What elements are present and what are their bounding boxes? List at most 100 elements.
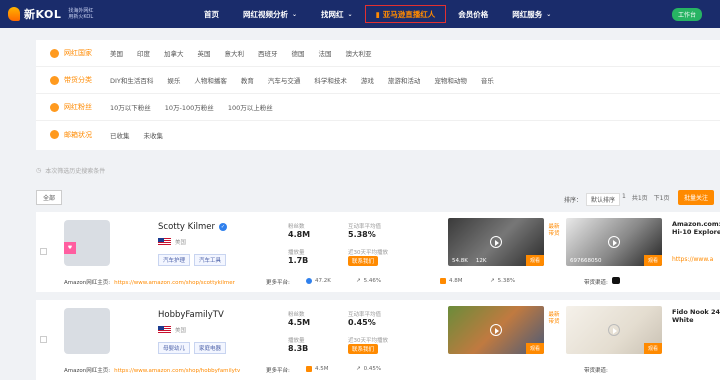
filter-option[interactable]: 宠物和动物 — [434, 75, 467, 85]
platform-stat[interactable]: 47.2K — [306, 278, 331, 284]
stat-value: 4.5M — [288, 318, 311, 327]
influencer-name[interactable]: Scotty Kilmer ✓ — [158, 222, 227, 232]
filter-category: 带货分类 — [50, 75, 110, 85]
filter-option[interactable]: DIY和生活百科 — [110, 75, 153, 85]
category-tag[interactable]: 家庭电器 — [194, 342, 227, 354]
nav-membership[interactable]: 会员价格 — [446, 0, 500, 28]
influencer-card: HobbyFamilyTV 美国 母婴幼儿 家庭电器 粉丝数 4.5M 播放量 … — [36, 300, 720, 380]
contact-button[interactable]: 联系我们 — [348, 256, 379, 266]
stat-value: 1.7B — [288, 256, 309, 265]
watch-button[interactable]: 观看 — [525, 343, 544, 354]
filter-option[interactable]: 人物和播客 — [194, 75, 227, 85]
filter-option[interactable]: 科学和技术 — [314, 75, 347, 85]
logo[interactable]: 新KOL 找海外网红 用新火KOL — [0, 0, 110, 28]
filter-option[interactable]: 100万以上粉丝 — [228, 102, 273, 112]
filter-option[interactable]: 美国 — [110, 48, 123, 58]
stat-label: 互动率平均值 — [348, 224, 382, 230]
video-thumbnail[interactable]: 观看 — [448, 306, 544, 354]
filter-option[interactable]: 音乐 — [481, 75, 494, 85]
workbench-button[interactable]: 工作台 — [671, 8, 702, 21]
stat-value: 0.45% — [348, 318, 376, 327]
watch-button[interactable]: 观看 — [525, 255, 544, 266]
watch-button[interactable]: 观看 — [643, 255, 662, 266]
select-all-button[interactable]: 全部 — [36, 190, 63, 205]
more-platforms-label: 更多平台: — [266, 280, 290, 286]
logo-subtitle: 找海外网红 用新火KOL — [68, 8, 94, 20]
nav-services[interactable]: 网红服务 ⌄ — [500, 0, 563, 28]
sort-select[interactable]: 默认排序 — [586, 193, 621, 206]
page-number[interactable]: 1 — [622, 193, 626, 202]
platform-stat[interactable]: 4.8M — [440, 278, 463, 284]
category-tag[interactable]: 汽车护理 — [158, 254, 191, 266]
product-title[interactable]: Amazon.com: Hi-10 Explore — [672, 220, 720, 236]
filter-option[interactable]: 游戏 — [361, 75, 374, 85]
country-label: 美国 — [175, 240, 187, 246]
next-page[interactable]: 下1页 — [654, 193, 670, 202]
us-flag-icon — [158, 326, 171, 334]
filter-category: 邮箱状况 — [50, 130, 110, 140]
filter-option[interactable]: 澳大利亚 — [346, 48, 372, 58]
influencer-card: ♥ Scotty Kilmer ✓ 美国 汽车护理 汽车工具 粉丝数 4.8M 播… — [36, 212, 720, 292]
watch-button[interactable]: 观看 — [643, 343, 662, 354]
nav-video-analysis[interactable]: 网红视频分析 ⌄ — [231, 0, 309, 28]
filter-option[interactable]: 汽车与交通 — [268, 75, 301, 85]
amazon-icon[interactable] — [612, 277, 620, 284]
pagination: 1 共1页 下1页 — [622, 193, 669, 202]
filter-option[interactable]: 意大利 — [225, 48, 245, 58]
amazon-homepage: Amazon网红主页: https://www.amazon.com/shop/s… — [64, 280, 235, 286]
platform-stat: ↗ 0.45% — [356, 366, 382, 372]
row-checkbox[interactable] — [40, 336, 47, 343]
filter-option[interactable]: 10万-100万粉丝 — [165, 102, 214, 112]
category-tag[interactable]: 汽车工具 — [194, 254, 227, 266]
filter-option[interactable]: 加拿大 — [164, 48, 184, 58]
nav-find-influencer[interactable]: 找网红 ⌄ — [309, 0, 365, 28]
sales-channel-label: 带货渠道: — [584, 280, 608, 286]
play-icon — [490, 236, 502, 248]
filter-option[interactable]: 英国 — [198, 48, 211, 58]
filter-option[interactable]: 10万以下粉丝 — [110, 102, 151, 112]
filter-option[interactable]: 旅游和活动 — [388, 75, 421, 85]
avatar[interactable] — [64, 308, 110, 354]
nav-home[interactable]: 首页 — [192, 0, 231, 28]
youtube-icon — [306, 366, 312, 372]
contact-button[interactable]: 联系我们 — [348, 344, 379, 354]
latest-products-label: 最新带货 — [548, 312, 560, 325]
filter-option[interactable]: 未收集 — [144, 130, 164, 140]
youtube-icon — [440, 278, 446, 284]
sales-channel-label: 带货渠道: — [584, 368, 608, 374]
product-title[interactable]: Fido Nook 24 White — [672, 308, 720, 324]
arrow-icon: ↗ — [490, 278, 495, 284]
amazon-url[interactable]: https://www.amazon.com/shop/hobbyfamilyt… — [114, 368, 240, 374]
category-tag[interactable]: 母婴幼儿 — [158, 342, 191, 354]
stat-value: 4.8M — [288, 230, 311, 239]
nav-amazon-live[interactable]: ▮ 亚马逊直播红人 — [364, 5, 447, 23]
saved-conditions[interactable]: ◷ 本次筛选历史搜索条件 — [36, 166, 105, 175]
influencer-name[interactable]: HobbyFamilyTV — [158, 310, 224, 320]
filter-option[interactable]: 西班牙 — [258, 48, 278, 58]
filter-option[interactable]: 德国 — [292, 48, 305, 58]
main-nav: 首页 网红视频分析 ⌄ 找网红 ⌄ ▮ 亚马逊直播红人 会员价格 网红服务 ⌄ — [192, 0, 563, 28]
chevron-down-icon: ⌄ — [546, 10, 552, 18]
video-stats: 54.8K 12K — [452, 258, 487, 264]
filter-option[interactable]: 法国 — [319, 48, 332, 58]
product-thumbnail[interactable]: 观看 — [566, 306, 662, 354]
row-checkbox[interactable] — [40, 248, 47, 255]
stat-label: 近30天平均播放 — [348, 338, 388, 344]
filter-option[interactable]: 娱乐 — [167, 75, 180, 85]
platform-stat: ↗ 5.38% — [490, 278, 516, 284]
filter-option[interactable]: 教育 — [241, 75, 254, 85]
video-thumbnail[interactable]: 54.8K 12K 观看 — [448, 218, 544, 266]
filter-option[interactable]: 已收集 — [110, 130, 130, 140]
amazon-homepage: Amazon网红主页: https://www.amazon.com/shop/h… — [64, 368, 241, 374]
product-link[interactable]: https://www.a — [672, 256, 713, 263]
stat-label: 播放量 — [288, 338, 305, 344]
batch-follow-button[interactable]: 批量关注 — [678, 190, 715, 205]
latest-products-label: 最新带货 — [548, 224, 560, 237]
top-nav-bar: 新KOL 找海外网红 用新火KOL 首页 网红视频分析 ⌄ 找网红 ⌄ ▮ 亚马逊直播… — [0, 0, 720, 28]
arrow-icon: ↗ — [356, 278, 361, 284]
platform-stat[interactable]: 4.5M — [306, 366, 329, 372]
amazon-url[interactable]: https://www.amazon.com/shop/scottykilmer — [114, 280, 235, 286]
tag-list: 汽车护理 汽车工具 — [158, 254, 227, 266]
filter-option[interactable]: 印度 — [137, 48, 150, 58]
product-thumbnail[interactable]: 697668050 观看 — [566, 218, 662, 266]
